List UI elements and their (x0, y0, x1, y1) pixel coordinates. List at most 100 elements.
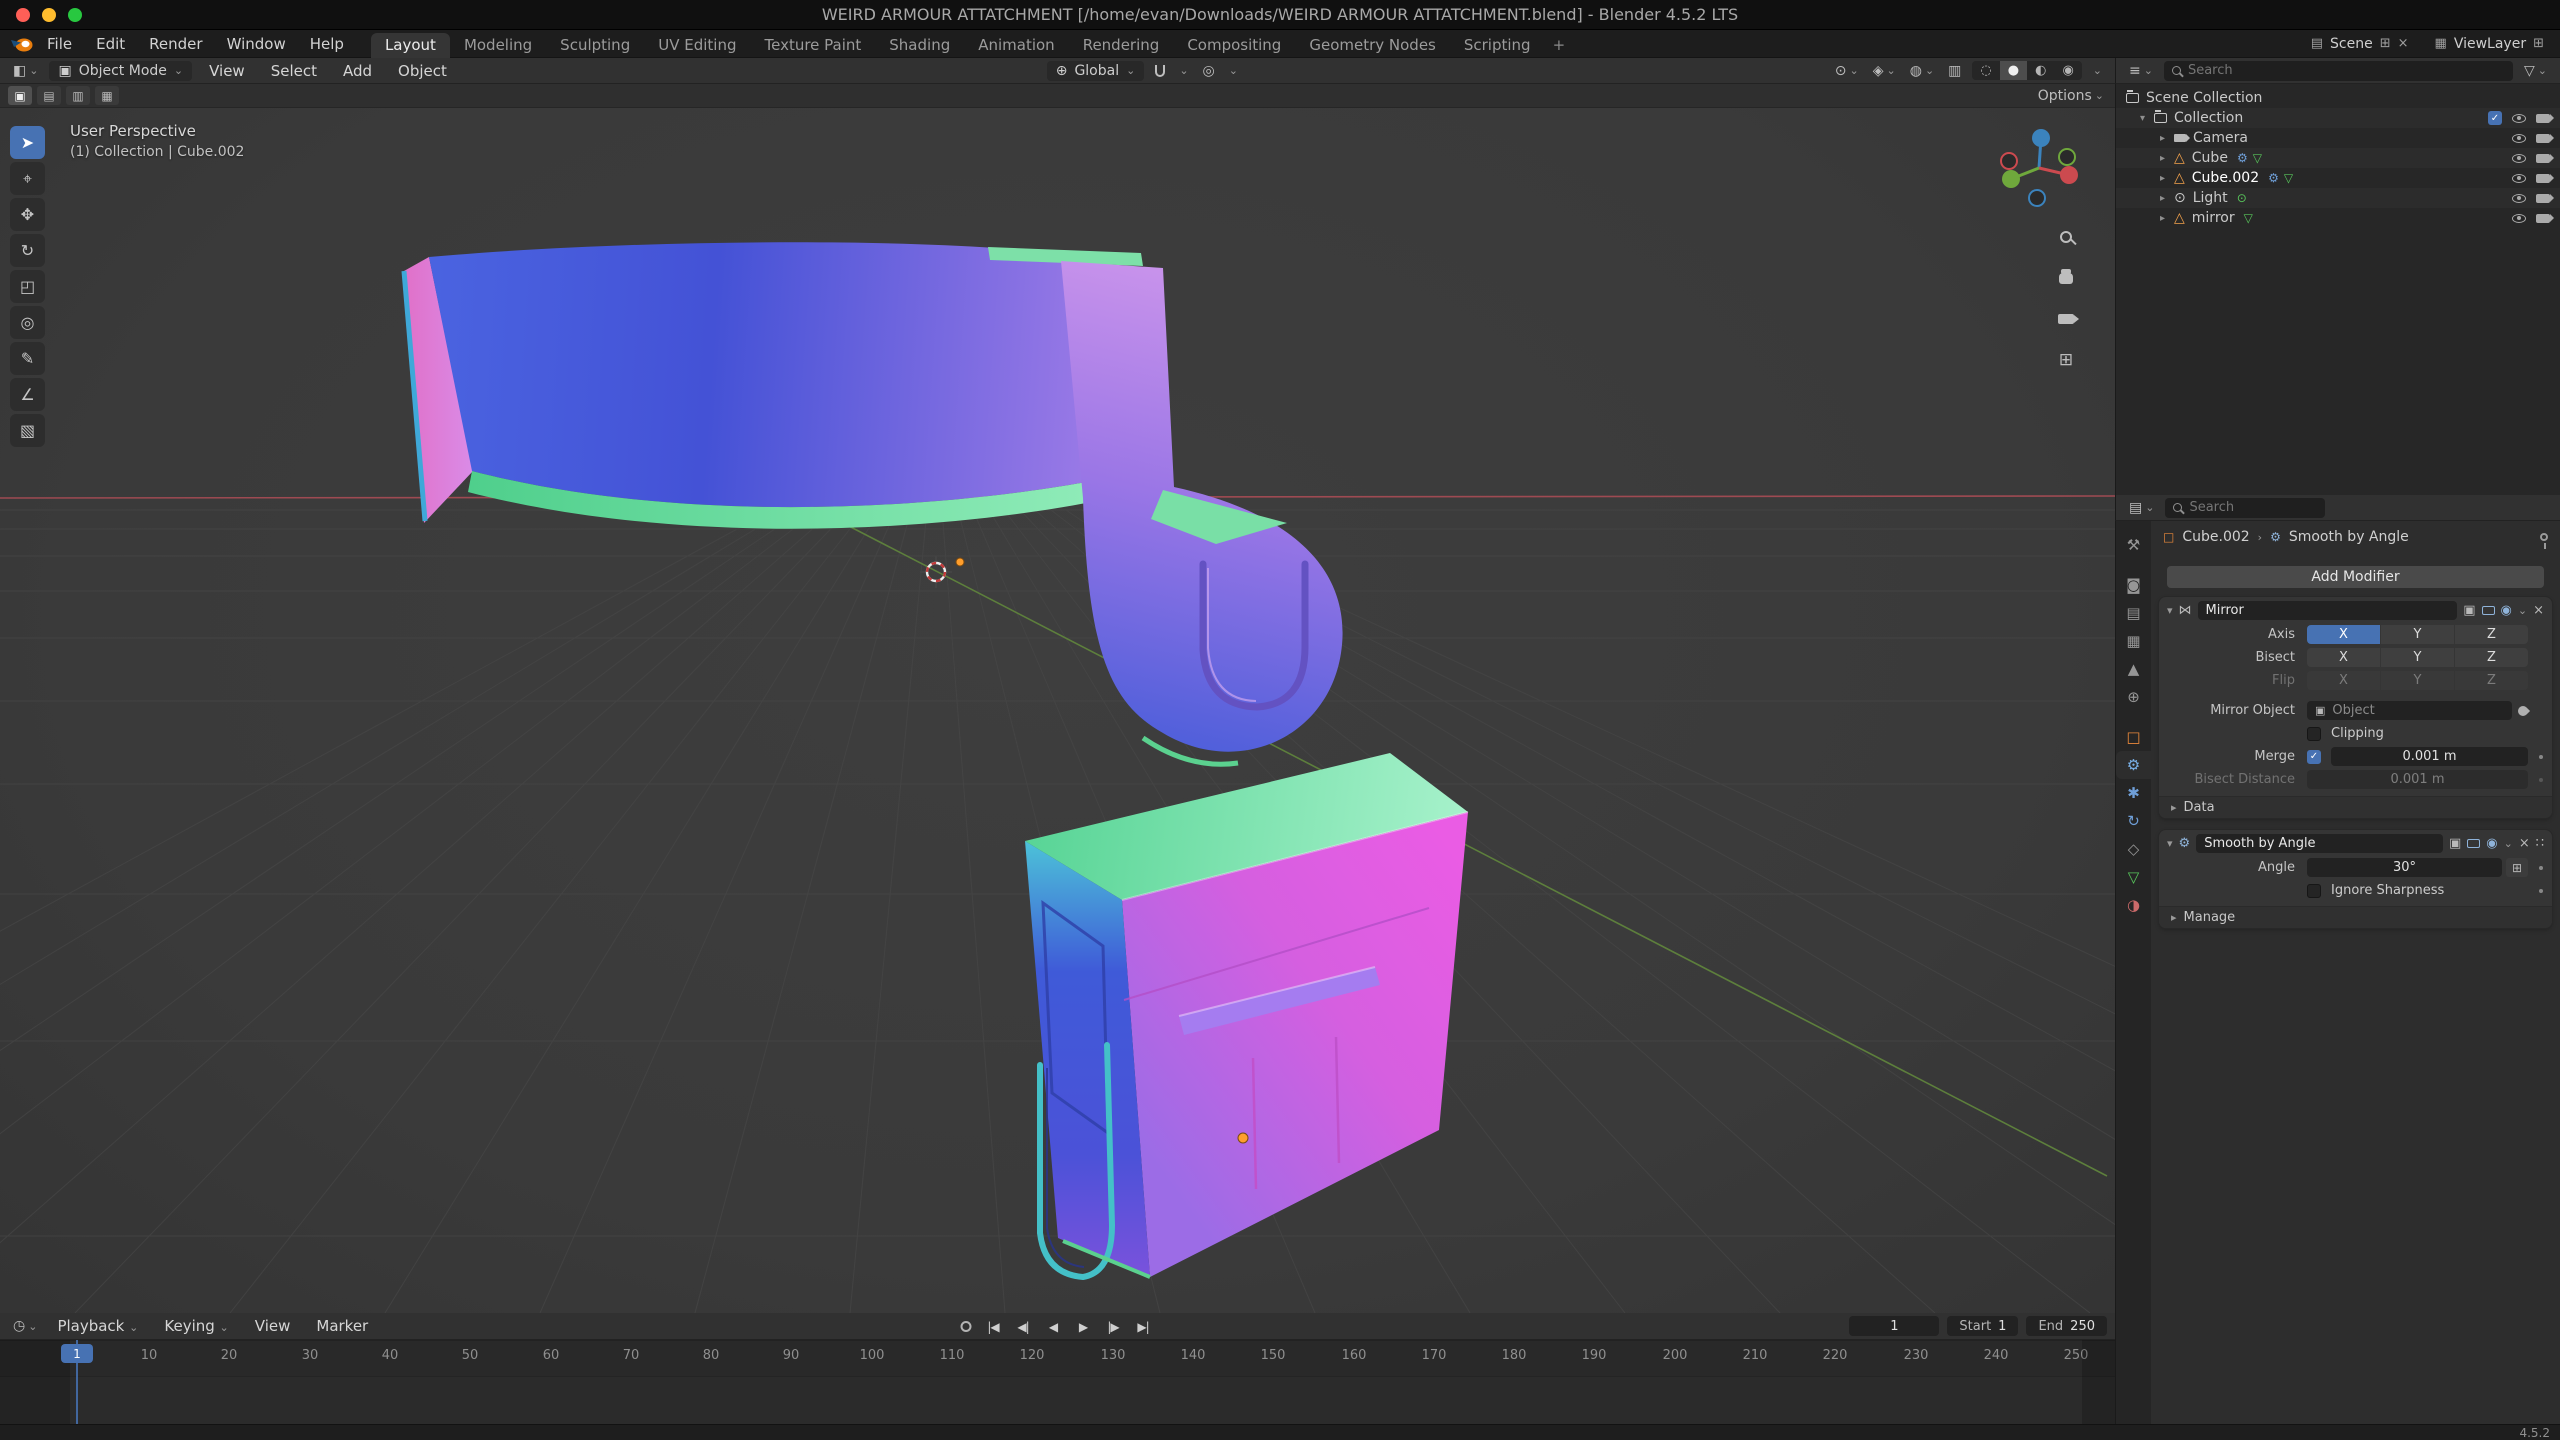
tab-sculpting[interactable]: Sculpting (546, 33, 644, 58)
tab-geometry-nodes[interactable]: Geometry Nodes (1295, 33, 1450, 58)
tool-add-cube[interactable]: ▧ (10, 414, 45, 447)
eye-icon[interactable] (2512, 214, 2526, 223)
tool-scale[interactable]: ◰ (10, 270, 45, 303)
bisect-distance-field[interactable]: 0.001 m (2307, 770, 2528, 789)
tab-particles[interactable]: ✱ (2116, 779, 2151, 807)
editor-type-button[interactable]: ◧ ⌄ (10, 63, 41, 79)
render-display-toggle[interactable]: ◉ (2501, 603, 2512, 618)
outliner-row-camera[interactable]: ▸ Camera (2116, 128, 2560, 148)
input-attribute-toggle[interactable]: ⊞ (2506, 858, 2528, 877)
collection-exclude-checkbox[interactable]: ✓ (2488, 111, 2502, 125)
collapse-icon[interactable]: ▾ (2140, 113, 2154, 124)
animate-decorator[interactable] (2539, 755, 2543, 759)
tool-move[interactable]: ✥ (10, 198, 45, 231)
proportional-falloff-dropdown[interactable]: ⌄ (1226, 64, 1241, 77)
animate-decorator[interactable] (2539, 866, 2543, 870)
current-frame-field[interactable]: 1 (1849, 1316, 1939, 1336)
animate-decorator[interactable] (2539, 889, 2543, 893)
play-button[interactable]: ▶ (1071, 1317, 1095, 1337)
angle-field[interactable]: 30° (2307, 858, 2502, 877)
tab-render[interactable]: ◙ (2116, 571, 2151, 599)
flip-y-button[interactable]: Y (2381, 671, 2454, 690)
proportional-editing-button[interactable]: ◎ (1200, 63, 1218, 79)
data-subpanel-header[interactable]: ▸ Data (2159, 796, 2552, 818)
properties-editor-type-button[interactable]: ▤ ⌄ (2126, 500, 2157, 516)
modifier-extras-dropdown[interactable]: ⌄ (2504, 837, 2513, 850)
eye-icon[interactable] (2512, 134, 2526, 143)
close-window-button[interactable] (16, 8, 30, 22)
pin-icon[interactable] (2540, 533, 2548, 541)
outliner-row-collection[interactable]: ▾ Collection ✓ (2116, 108, 2560, 128)
tab-scene[interactable]: ▲ (2116, 655, 2151, 683)
frame-end-field[interactable]: End 250 (2026, 1316, 2107, 1336)
shading-material-button[interactable]: ◐ (2027, 61, 2054, 80)
tab-material[interactable]: ◑ (2116, 891, 2151, 919)
tab-texture-paint[interactable]: Texture Paint (750, 33, 875, 58)
expand-icon[interactable]: ▸ (2160, 153, 2174, 164)
bisect-z-button[interactable]: Z (2455, 648, 2528, 667)
properties-search-input[interactable] (2189, 500, 2317, 515)
outliner-row-cube-002[interactable]: ▸ △ Cube.002 ⚙ ▽ (2116, 168, 2560, 188)
show-overlays-button[interactable]: ◍ ⌄ (1907, 63, 1937, 79)
menu-select[interactable]: Select (262, 62, 326, 80)
tab-modifiers[interactable]: ⚙ (2116, 751, 2151, 779)
auto-keying-toggle[interactable] (960, 1321, 971, 1332)
tab-physics[interactable]: ↻ (2116, 807, 2151, 835)
tool-select-box[interactable]: ➤ (10, 126, 45, 159)
animate-decorator[interactable] (2539, 778, 2543, 782)
ortho-toggle-button[interactable]: ⊞ (2053, 349, 2079, 371)
edit-mode-display-toggle[interactable]: ▣ (2463, 603, 2475, 618)
smooth-name-field[interactable]: Smooth by Angle (2196, 834, 2443, 853)
viewport-options-dropdown[interactable]: Options ⌄ (2035, 88, 2107, 104)
frame-start-field[interactable]: Start 1 (1947, 1316, 2018, 1336)
modifier-extras-dropdown[interactable]: ⌄ (2518, 604, 2527, 617)
menu-keying[interactable]: Keying ⌄ (155, 1317, 237, 1335)
tab-object-data[interactable]: ▽ (2116, 863, 2151, 891)
navigation-gizmo[interactable] (1989, 118, 2089, 218)
xray-toggle-button[interactable]: ▥ (1945, 63, 1964, 79)
tool-measure[interactable]: ∠ (10, 378, 45, 411)
add-modifier-button[interactable]: Add Modifier (2167, 566, 2544, 588)
realtime-display-toggle[interactable] (2482, 606, 2495, 615)
axis-z-button[interactable]: Z (2455, 625, 2528, 644)
zoom-button[interactable] (2053, 226, 2079, 248)
expand-icon[interactable]: ▸ (2160, 213, 2174, 224)
next-keyframe-button[interactable]: |▶ (1101, 1317, 1125, 1337)
tab-compositing[interactable]: Compositing (1173, 33, 1295, 58)
mode-dropdown[interactable]: ▣ Object Mode ⌄ (49, 61, 192, 81)
timeline-track-area[interactable] (0, 1376, 2115, 1424)
edit-mode-display-toggle[interactable]: ▣ (2449, 836, 2461, 851)
eyedropper-icon[interactable] (2516, 703, 2530, 717)
merge-checkbox[interactable]: ✓ (2307, 750, 2321, 764)
clipping-checkbox[interactable] (2307, 727, 2321, 741)
outliner-row-mirror[interactable]: ▸ △ mirror ▽ (2116, 208, 2560, 228)
tool-rotate[interactable]: ↻ (10, 234, 45, 267)
mirror-name-field[interactable]: Mirror (2198, 601, 2458, 620)
eye-icon[interactable] (2512, 154, 2526, 163)
camera-view-button[interactable] (2053, 308, 2079, 330)
tab-object[interactable]: □ (2116, 723, 2151, 751)
tab-uv-editing[interactable]: UV Editing (644, 33, 750, 58)
flip-z-button[interactable]: Z (2455, 671, 2528, 690)
transform-orientation-dropdown[interactable]: ⊕ Global ⌄ (1047, 61, 1145, 81)
breadcrumb-modifier[interactable]: Smooth by Angle (2289, 529, 2409, 545)
outliner-row-cube[interactable]: ▸ △ Cube ⚙ ▽ (2116, 148, 2560, 168)
drag-grip-icon[interactable]: ∷ (2536, 836, 2544, 851)
snap-target-dropdown[interactable]: ⌄ (1176, 64, 1191, 77)
menu-render[interactable]: Render (138, 30, 213, 58)
ignore-sharpness-checkbox[interactable] (2307, 884, 2321, 898)
tool-transform[interactable]: ◎ (10, 306, 45, 339)
menu-marker[interactable]: Marker (307, 1317, 377, 1335)
render-visibility-icon[interactable] (2536, 174, 2550, 183)
eye-icon[interactable] (2512, 114, 2526, 123)
pan-button[interactable] (2053, 267, 2079, 289)
jump-to-end-button[interactable]: ▶| (1131, 1317, 1155, 1337)
expand-icon[interactable]: ▸ (2160, 133, 2174, 144)
tab-view-layer[interactable]: ▦ (2116, 627, 2151, 655)
shading-rendered-button[interactable]: ◉ (2054, 61, 2081, 80)
minimize-window-button[interactable] (42, 8, 56, 22)
select-mode-subtract-button[interactable]: ▥ (66, 86, 90, 105)
outliner-filter-button[interactable]: ▽ ⌄ (2521, 63, 2550, 79)
menu-timeline-view[interactable]: View (246, 1317, 300, 1335)
tab-modeling[interactable]: Modeling (450, 33, 546, 58)
